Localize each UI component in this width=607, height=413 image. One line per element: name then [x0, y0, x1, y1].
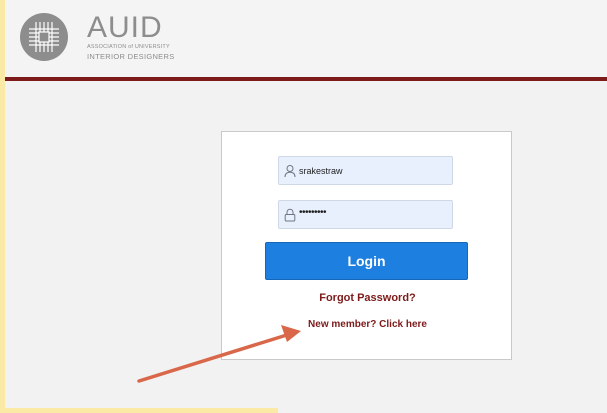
- pointer-arrow-annotation: [137, 325, 301, 383]
